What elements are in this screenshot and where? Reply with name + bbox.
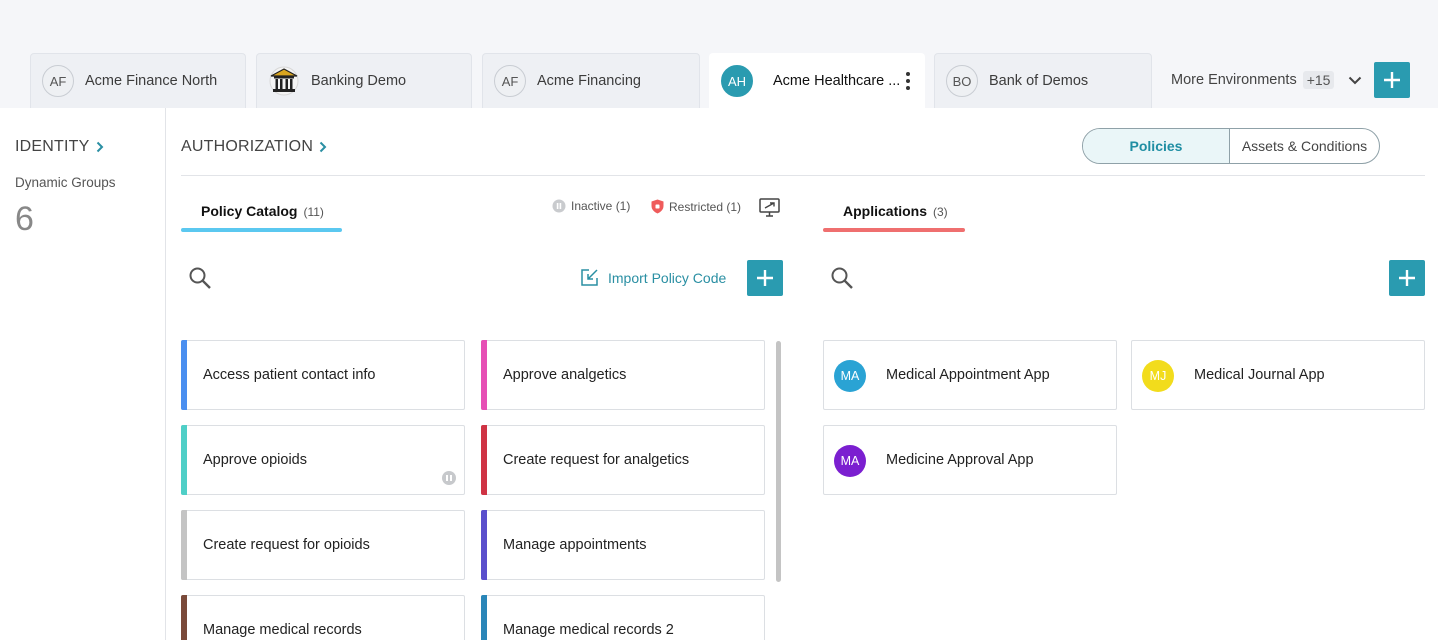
applications-underline bbox=[823, 228, 965, 232]
policy-card[interactable]: Create request for opioids bbox=[181, 510, 465, 580]
application-name: Medical Appointment App bbox=[886, 367, 1050, 383]
add-policy-button[interactable] bbox=[747, 260, 783, 296]
policy-catalog-underline bbox=[181, 228, 342, 232]
identity-panel: IDENTITY Dynamic Groups 6 bbox=[0, 108, 166, 640]
more-environments-dropdown[interactable]: More Environments +15 bbox=[1171, 64, 1362, 96]
import-policy-code-link[interactable]: Import Policy Code bbox=[580, 268, 726, 287]
environment-bar: AF Acme Finance North Banking Demo AF Ac… bbox=[0, 0, 1438, 108]
policy-name: Create request for analgetics bbox=[503, 452, 690, 468]
application-card[interactable]: MA Medicine Approval App bbox=[823, 425, 1117, 495]
policy-color-bar bbox=[481, 340, 487, 410]
applications-count: (3) bbox=[933, 205, 948, 219]
application-card[interactable]: MA Medical Appointment App bbox=[823, 340, 1117, 410]
pause-icon bbox=[552, 199, 566, 213]
plus-icon bbox=[1384, 72, 1400, 88]
env-tab-banking-demo[interactable]: Banking Demo bbox=[256, 53, 472, 108]
identity-title: IDENTITY bbox=[15, 138, 90, 155]
legend-restricted-label: Restricted (1) bbox=[669, 199, 742, 214]
app-avatar: MA bbox=[834, 360, 866, 392]
policy-card[interactable]: Manage medical records bbox=[181, 595, 465, 640]
policy-catalog-label: Policy Catalog bbox=[201, 203, 298, 219]
policy-color-bar bbox=[481, 595, 487, 640]
policy-card[interactable]: Access patient contact info bbox=[181, 340, 465, 410]
tab-applications[interactable]: Applications (3) bbox=[843, 203, 948, 219]
env-tab-label: Acme Healthcare ... bbox=[773, 73, 901, 89]
identity-header-link[interactable]: IDENTITY bbox=[15, 138, 104, 156]
env-tab-acme-financing[interactable]: AF Acme Financing bbox=[482, 53, 700, 108]
env-tab-label: Acme Financing bbox=[537, 73, 641, 89]
policy-name: Manage appointments bbox=[503, 537, 647, 553]
legend-restricted: Restricted (1) bbox=[651, 199, 741, 214]
policy-list-scrollbar[interactable] bbox=[776, 341, 781, 582]
env-tab-acme-healthcare[interactable]: AH Acme Healthcare ... bbox=[709, 53, 925, 108]
pause-icon bbox=[442, 471, 456, 485]
bank-icon bbox=[268, 65, 300, 97]
more-environments-count: +15 bbox=[1302, 71, 1335, 89]
app-avatar: MA bbox=[834, 445, 866, 477]
authorization-title: AUTHORIZATION bbox=[181, 138, 314, 155]
policy-color-bar bbox=[181, 595, 187, 640]
import-policy-code-label: Import Policy Code bbox=[608, 269, 727, 286]
authorization-header-link[interactable]: AUTHORIZATION bbox=[181, 138, 327, 156]
policy-name: Manage medical records 2 bbox=[503, 622, 674, 638]
view-toggle: Policies Assets & Conditions bbox=[1082, 128, 1380, 164]
assets-conditions-toggle-button[interactable]: Assets & Conditions bbox=[1230, 129, 1379, 163]
divider bbox=[181, 175, 1425, 176]
env-avatar: AF bbox=[42, 65, 74, 97]
kebab-menu-icon[interactable] bbox=[906, 72, 910, 90]
applications-label: Applications bbox=[843, 203, 928, 219]
chevron-down-icon bbox=[1349, 76, 1362, 84]
application-card[interactable]: MJ Medical Journal App bbox=[1131, 340, 1425, 410]
policy-color-bar bbox=[481, 425, 487, 495]
policy-name: Manage medical records bbox=[203, 622, 362, 638]
application-name: Medical Journal App bbox=[1194, 367, 1325, 383]
policy-catalog-count: (11) bbox=[303, 205, 324, 219]
policy-color-bar bbox=[181, 510, 187, 580]
import-icon bbox=[581, 269, 598, 286]
chevron-right-icon bbox=[319, 141, 327, 153]
dynamic-groups-count[interactable]: 6 bbox=[15, 200, 34, 239]
plus-icon bbox=[757, 270, 773, 286]
shield-icon bbox=[651, 199, 664, 214]
policy-card[interactable]: Manage appointments bbox=[481, 510, 765, 580]
monitor-icon[interactable] bbox=[759, 198, 780, 217]
env-avatar: AF bbox=[494, 65, 526, 97]
dynamic-groups-label: Dynamic Groups bbox=[15, 175, 116, 190]
more-environments-label: More Environments bbox=[1171, 72, 1297, 88]
legend-inactive: Inactive (1) bbox=[552, 199, 630, 213]
env-tab-label: Banking Demo bbox=[311, 73, 407, 89]
legend-inactive-label: Inactive (1) bbox=[571, 199, 631, 213]
add-environment-button[interactable] bbox=[1374, 62, 1410, 98]
env-tab-acme-finance-north[interactable]: AF Acme Finance North bbox=[30, 53, 246, 108]
tab-policy-catalog[interactable]: Policy Catalog (11) bbox=[201, 203, 324, 219]
search-icon[interactable] bbox=[188, 266, 212, 290]
policy-name: Create request for opioids bbox=[203, 537, 370, 553]
policy-color-bar bbox=[181, 340, 187, 410]
policy-name: Approve analgetics bbox=[503, 367, 627, 383]
env-avatar: BO bbox=[946, 65, 978, 97]
application-name: Medicine Approval App bbox=[886, 452, 1034, 468]
policy-card[interactable]: Approve analgetics bbox=[481, 340, 765, 410]
policy-color-bar bbox=[181, 425, 187, 495]
env-tab-label: Bank of Demos bbox=[989, 73, 1089, 89]
policy-card[interactable]: Manage medical records 2 bbox=[481, 595, 765, 640]
policy-name: Access patient contact info bbox=[203, 367, 376, 383]
policy-name: Approve opioids bbox=[203, 452, 307, 468]
chevron-right-icon bbox=[96, 141, 103, 153]
env-avatar: AH bbox=[721, 65, 753, 97]
policy-color-bar bbox=[481, 510, 487, 580]
policies-toggle-button[interactable]: Policies bbox=[1083, 129, 1230, 163]
env-tab-bank-of-demos[interactable]: BO Bank of Demos bbox=[934, 53, 1152, 108]
policy-card[interactable]: Approve opioids bbox=[181, 425, 465, 495]
search-icon[interactable] bbox=[830, 266, 854, 290]
add-application-button[interactable] bbox=[1389, 260, 1425, 296]
policy-card[interactable]: Create request for analgetics bbox=[481, 425, 765, 495]
env-tab-label: Acme Finance North bbox=[85, 73, 218, 89]
plus-icon bbox=[1399, 270, 1415, 286]
app-avatar: MJ bbox=[1142, 360, 1174, 392]
